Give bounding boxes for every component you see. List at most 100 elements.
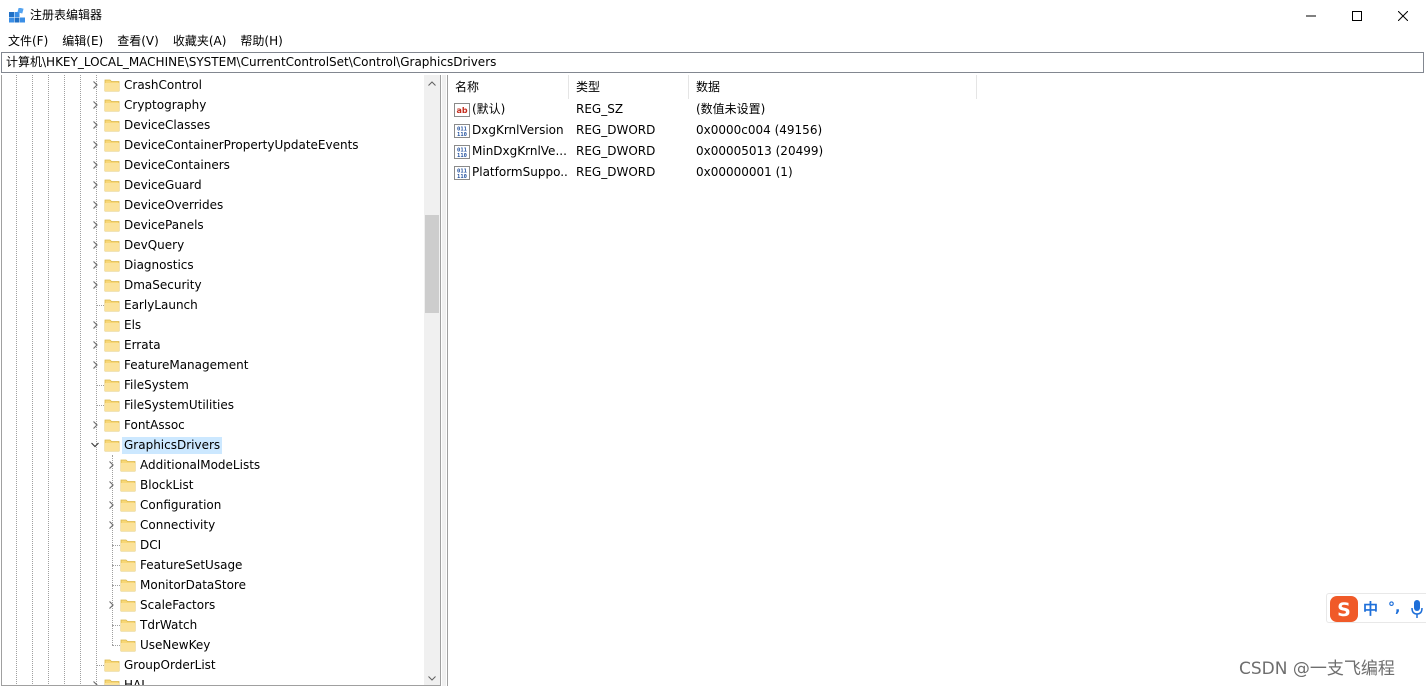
menu-edit[interactable]: 编辑(E)	[55, 31, 110, 51]
tree-node[interactable]: FileSystemUtilities	[2, 395, 426, 415]
chevron-right-icon[interactable]	[90, 240, 100, 250]
tree-node-label[interactable]: CrashControl	[122, 77, 204, 94]
tree-node[interactable]: GroupOrderList	[2, 655, 426, 675]
list-item[interactable]: 011 110 MinDxgKrnlVe... REG_DWORD 0x00005013…	[448, 141, 1008, 162]
chevron-right-icon[interactable]	[90, 260, 100, 270]
menu-view[interactable]: 查看(V)	[110, 31, 166, 51]
tree-node-label[interactable]: DCI	[138, 537, 163, 554]
column-header-name[interactable]: 名称	[448, 75, 569, 99]
tree-node-label[interactable]: Errata	[122, 337, 163, 354]
tree-node[interactable]: DevicePanels	[2, 215, 426, 235]
tree-node-label[interactable]: DeviceContainerPropertyUpdateEvents	[122, 137, 361, 154]
tree-node[interactable]: Els	[2, 315, 426, 335]
tree-node-label[interactable]: FeatureSetUsage	[138, 557, 244, 574]
close-button[interactable]	[1380, 0, 1426, 31]
tree-node-label[interactable]: FontAssoc	[122, 417, 187, 434]
tree-node[interactable]: TdrWatch	[2, 615, 426, 635]
tree-node[interactable]: DCI	[2, 535, 426, 555]
tree-node[interactable]: EarlyLaunch	[2, 295, 426, 315]
minimize-button[interactable]	[1288, 0, 1334, 31]
tree-node-label[interactable]: ScaleFactors	[138, 597, 217, 614]
tree-node-label[interactable]: AdditionalModeLists	[138, 457, 262, 474]
tree-node[interactable]: HAL	[2, 675, 426, 686]
tree-node[interactable]: Diagnostics	[2, 255, 426, 275]
tree-node[interactable]: DeviceGuard	[2, 175, 426, 195]
ime-toolbar[interactable]: S 中 °,	[1326, 593, 1426, 623]
tree-node-label[interactable]: MonitorDataStore	[138, 577, 248, 594]
tree-node[interactable]: DevQuery	[2, 235, 426, 255]
scroll-up-button[interactable]	[424, 75, 440, 91]
tree-node[interactable]: FontAssoc	[2, 415, 426, 435]
tree-node-label[interactable]: DeviceClasses	[122, 117, 212, 134]
tree-scrollbar[interactable]	[424, 75, 440, 685]
chevron-right-icon[interactable]	[90, 120, 100, 130]
tree-node[interactable]: DeviceContainers	[2, 155, 426, 175]
chevron-right-icon[interactable]	[90, 320, 100, 330]
tree-node-label[interactable]: Els	[122, 317, 143, 334]
tree-node-label[interactable]: Connectivity	[138, 517, 217, 534]
tree-node[interactable]: GraphicsDrivers	[2, 435, 426, 455]
tree-node-label[interactable]: UseNewKey	[138, 637, 212, 654]
menu-help[interactable]: 帮助(H)	[233, 31, 289, 51]
tree-node[interactable]: Connectivity	[2, 515, 426, 535]
chevron-right-icon[interactable]	[90, 200, 100, 210]
tree-node-label[interactable]: DevicePanels	[122, 217, 206, 234]
menu-file[interactable]: 文件(F)	[0, 31, 55, 51]
tree-node-label[interactable]: TdrWatch	[138, 617, 199, 634]
list-item[interactable]: 011 110 DxgKrnlVersion REG_DWORD 0x0000c004 …	[448, 120, 1008, 141]
tree-node[interactable]: CrashControl	[2, 75, 426, 95]
tree-node-label[interactable]: GroupOrderList	[122, 657, 218, 674]
tree-node-label[interactable]: Cryptography	[122, 97, 208, 114]
chevron-right-icon[interactable]	[106, 460, 116, 470]
tree-node[interactable]: DmaSecurity	[2, 275, 426, 295]
microphone-icon[interactable]	[1411, 600, 1423, 618]
pane-splitter[interactable]	[442, 75, 446, 686]
tree-node[interactable]: Cryptography	[2, 95, 426, 115]
chevron-right-icon[interactable]	[90, 180, 100, 190]
tree-node-label[interactable]: HAL	[122, 677, 150, 685]
chevron-down-icon[interactable]	[90, 440, 100, 450]
tree-node[interactable]: FeatureManagement	[2, 355, 426, 375]
tree-node-label[interactable]: DevQuery	[122, 237, 186, 254]
chevron-right-icon[interactable]	[106, 480, 116, 490]
chevron-right-icon[interactable]	[90, 100, 100, 110]
tree-node[interactable]: Configuration	[2, 495, 426, 515]
tree-node[interactable]: DeviceContainerPropertyUpdateEvents	[2, 135, 426, 155]
menu-favorites[interactable]: 收藏夹(A)	[166, 31, 234, 51]
tree-node-label[interactable]: DmaSecurity	[122, 277, 204, 294]
tree-node-label[interactable]: DeviceContainers	[122, 157, 232, 174]
tree-node[interactable]: DeviceClasses	[2, 115, 426, 135]
tree-node-label[interactable]: FeatureManagement	[122, 357, 250, 374]
tree-node[interactable]: UseNewKey	[2, 635, 426, 655]
chevron-right-icon[interactable]	[90, 680, 100, 686]
chevron-right-icon[interactable]	[106, 520, 116, 530]
tree-node[interactable]: Errata	[2, 335, 426, 355]
maximize-button[interactable]	[1334, 0, 1380, 31]
chevron-right-icon[interactable]	[106, 500, 116, 510]
chevron-right-icon[interactable]	[90, 280, 100, 290]
column-header-data[interactable]: 数据	[689, 75, 977, 99]
tree-node-label[interactable]: DeviceGuard	[122, 177, 204, 194]
tree-node[interactable]: ScaleFactors	[2, 595, 426, 615]
column-header-type[interactable]: 类型	[569, 75, 689, 99]
scroll-down-button[interactable]	[424, 670, 440, 685]
ime-mode[interactable]: 中	[1363, 599, 1378, 619]
chevron-right-icon[interactable]	[106, 600, 116, 610]
tree-node[interactable]: AdditionalModeLists	[2, 455, 426, 475]
chevron-right-icon[interactable]	[90, 80, 100, 90]
address-bar[interactable]: 计算机\HKEY_LOCAL_MACHINE\SYSTEM\CurrentCon…	[1, 52, 1424, 73]
chevron-right-icon[interactable]	[90, 420, 100, 430]
tree-node-label[interactable]: DeviceOverrides	[122, 197, 225, 214]
chevron-right-icon[interactable]	[90, 140, 100, 150]
chevron-right-icon[interactable]	[90, 360, 100, 370]
tree-node[interactable]: FeatureSetUsage	[2, 555, 426, 575]
tree-node-label[interactable]: Diagnostics	[122, 257, 196, 274]
tree-node-label[interactable]: BlockList	[138, 477, 195, 494]
address-path[interactable]: 计算机\HKEY_LOCAL_MACHINE\SYSTEM\CurrentCon…	[6, 55, 496, 70]
tree-node[interactable]: DeviceOverrides	[2, 195, 426, 215]
chevron-right-icon[interactable]	[90, 340, 100, 350]
tree-node-label[interactable]: Configuration	[138, 497, 223, 514]
tree-node[interactable]: FileSystem	[2, 375, 426, 395]
tree-node-label[interactable]: FileSystem	[122, 377, 191, 394]
tree-node-label[interactable]: EarlyLaunch	[122, 297, 200, 314]
